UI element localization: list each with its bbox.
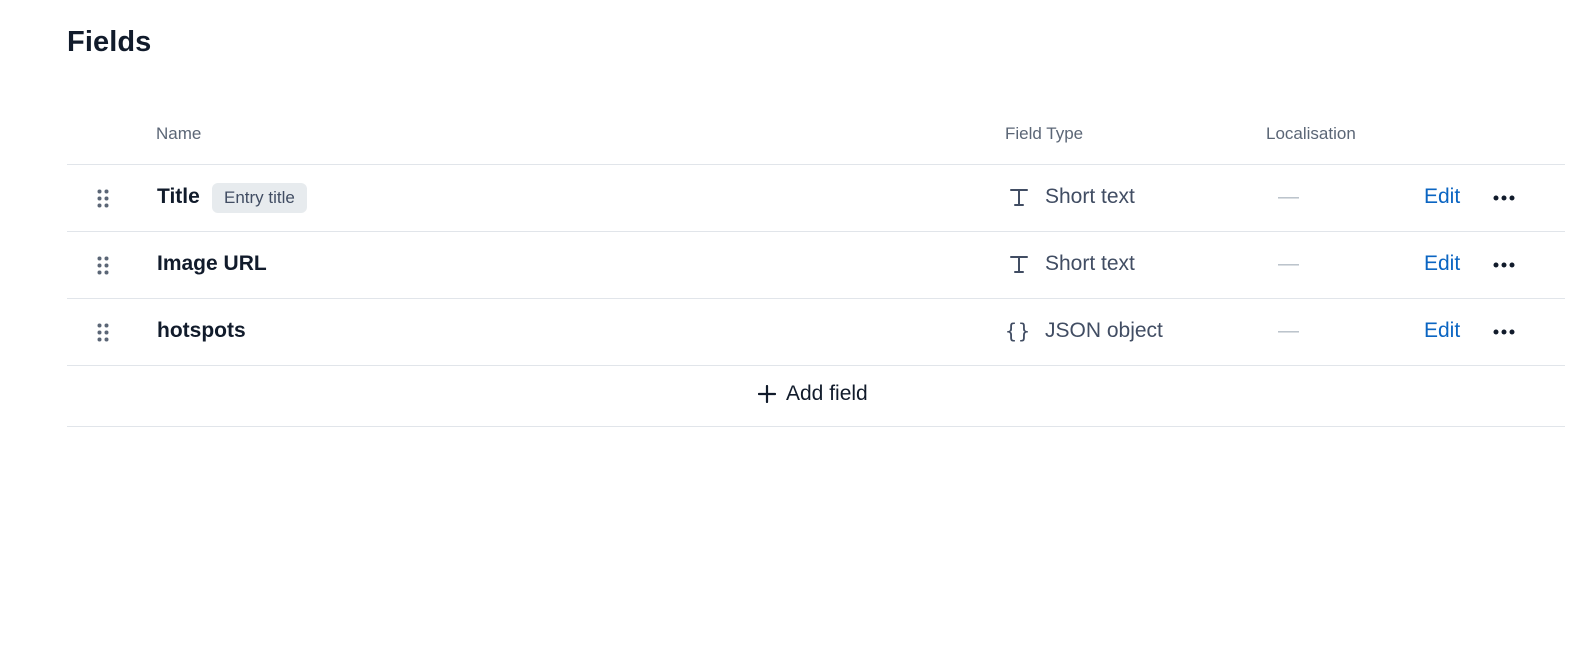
edit-field-link[interactable]: Edit: [1424, 252, 1460, 276]
drag-handle-icon[interactable]: [97, 323, 109, 342]
more-options-icon[interactable]: [1492, 323, 1516, 341]
edit-field-link[interactable]: Edit: [1424, 185, 1460, 209]
column-header-localisation: Localisation: [1266, 124, 1356, 143]
plus-icon: [758, 385, 776, 403]
field-type-label: Short text: [1045, 252, 1135, 275]
table-row: hotspots {} JSON object — Edit: [67, 299, 1565, 366]
field-type-label: Short text: [1045, 185, 1135, 208]
field-name: Title: [157, 185, 200, 208]
json-braces-icon: {}: [1005, 319, 1032, 343]
page-title: Fields: [67, 26, 152, 58]
add-field-row: Add field: [67, 366, 1565, 427]
add-field-label: Add field: [786, 382, 868, 405]
localisation-value: —: [1278, 185, 1299, 208]
field-name: hotspots: [157, 319, 246, 342]
table-header: Name Field Type Localisation: [67, 100, 1565, 165]
edit-field-link[interactable]: Edit: [1424, 319, 1460, 343]
more-options-icon[interactable]: [1492, 189, 1516, 207]
entry-title-badge: Entry title: [212, 183, 307, 213]
drag-handle-icon[interactable]: [97, 189, 109, 208]
localisation-value: —: [1278, 319, 1299, 342]
localisation-value: —: [1278, 252, 1299, 275]
field-type-label: JSON object: [1045, 319, 1163, 342]
text-type-icon: [1010, 189, 1028, 206]
fields-table: Name Field Type Localisation Title Entry…: [67, 100, 1565, 427]
column-header-field-type: Field Type: [1005, 124, 1084, 143]
drag-handle-icon[interactable]: [97, 256, 109, 275]
table-row: Title Entry title Short text — Edit: [67, 165, 1565, 232]
more-options-icon[interactable]: [1492, 256, 1516, 274]
table-row: Image URL Short text — Edit: [67, 232, 1565, 299]
field-name: Image URL: [157, 252, 267, 275]
text-type-icon: [1010, 256, 1028, 273]
column-header-name: Name: [156, 124, 202, 143]
add-field-button[interactable]: Add field: [758, 382, 868, 406]
